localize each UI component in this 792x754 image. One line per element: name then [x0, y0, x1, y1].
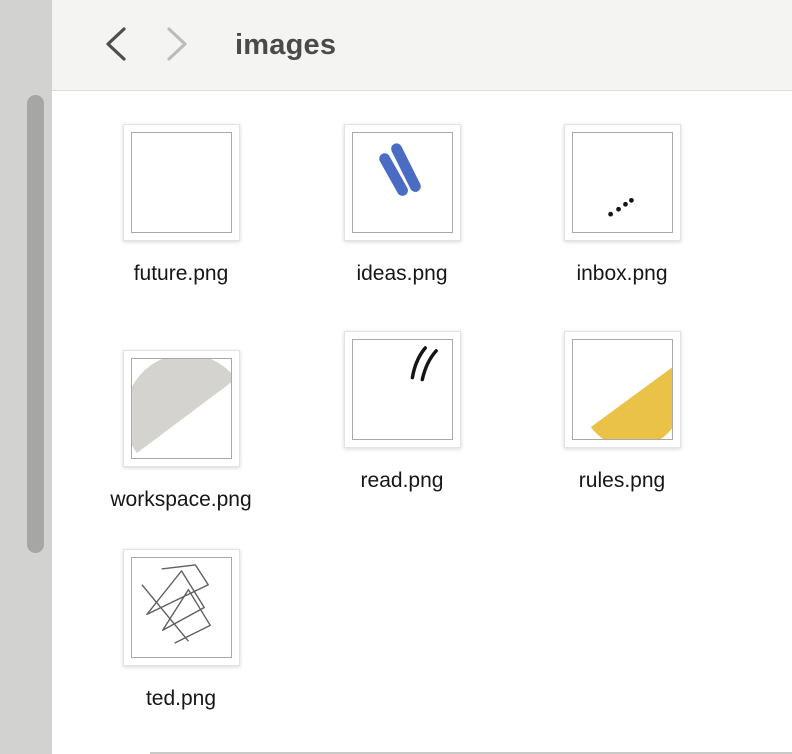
thumbnail-image	[130, 557, 232, 658]
file-name-label: workspace.png	[110, 488, 252, 511]
thumbnail-image	[130, 358, 232, 459]
scrollbar-thumb[interactable]	[27, 95, 44, 553]
thumbnail-image	[130, 132, 232, 233]
toolbar: images	[52, 0, 792, 91]
file-item[interactable]: workspace.png	[71, 350, 291, 512]
file-thumbnail-frame	[343, 331, 461, 448]
thumbnail-image	[571, 132, 673, 233]
folder-title: images	[235, 28, 337, 61]
thumbnail-image	[351, 339, 453, 440]
file-name-label: future.png	[133, 262, 229, 285]
file-thumbnail-frame	[563, 124, 681, 241]
file-item[interactable]: future.png	[71, 124, 291, 286]
file-grid: future.png ideas.png inbox.png workspace…	[52, 91, 792, 752]
file-name-label: ideas.png	[356, 262, 448, 285]
file-name-label: ted.png	[145, 687, 217, 710]
chevron-left-icon	[104, 26, 128, 65]
left-scrollbar-track	[0, 0, 52, 754]
file-item[interactable]: ideas.png	[292, 124, 512, 286]
file-item[interactable]: inbox.png	[512, 124, 732, 286]
file-item[interactable]: read.png	[292, 331, 512, 493]
file-thumbnail-frame	[122, 124, 240, 241]
file-item[interactable]: rules.png	[512, 331, 732, 493]
file-name-label: read.png	[360, 469, 444, 492]
file-thumbnail-frame	[563, 331, 681, 448]
thumbnail-image	[351, 132, 453, 233]
chevron-right-icon	[165, 26, 189, 65]
file-name-label: inbox.png	[576, 262, 668, 285]
file-thumbnail-frame	[122, 350, 240, 467]
back-button[interactable]	[102, 25, 130, 65]
thumbnail-image	[571, 339, 673, 440]
file-item[interactable]: ted.png	[71, 549, 291, 711]
forward-button[interactable]	[163, 25, 191, 65]
file-thumbnail-frame	[343, 124, 461, 241]
file-name-label: rules.png	[578, 469, 666, 492]
file-thumbnail-frame	[122, 549, 240, 666]
